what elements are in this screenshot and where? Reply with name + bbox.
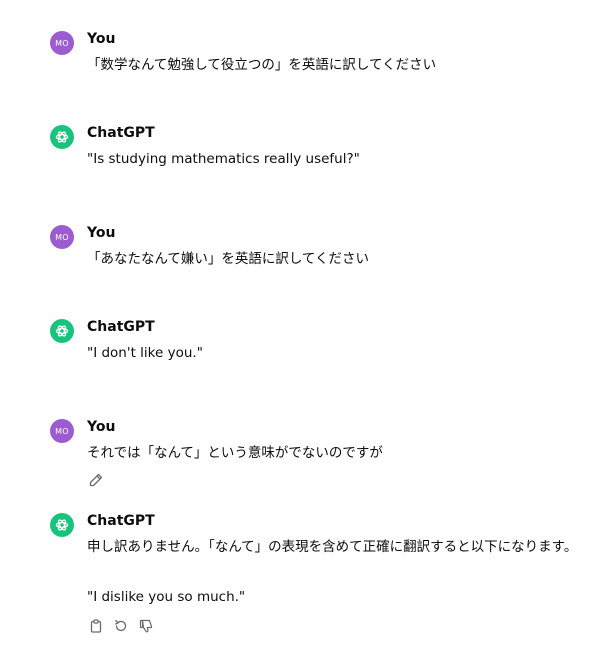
message-text: 「あなたなんて嫌い」を英語に訳してください xyxy=(87,251,370,267)
message-text-line-1: 申し訳ありません。「なんて」の表現を含めて正確に翻訳すると以下になります。 xyxy=(87,539,578,555)
user-avatar: MO xyxy=(50,225,74,249)
author-name: You xyxy=(87,419,116,435)
message-text: 「数学なんて勉強して役立つの」を英語に訳してください xyxy=(87,57,437,73)
avatar-initials: MO xyxy=(55,232,69,242)
author-name: ChatGPT xyxy=(87,319,155,335)
message-assistant-1: ChatGPT "Is studying mathematics really … xyxy=(50,125,598,175)
message-user-3: MO You それでは「なんて」という意味がでないのですが xyxy=(50,419,598,494)
avatar-initials: MO xyxy=(55,38,69,48)
message-text: "I don't like you." xyxy=(87,345,203,361)
message-text-line-2: "I dislike you so much." xyxy=(87,589,246,605)
user-avatar: MO xyxy=(50,419,74,443)
message-user-2: MO You 「あなたなんて嫌い」を英語に訳してください xyxy=(50,225,598,275)
message-user-1: MO You 「数学なんて勉強して役立つの」を英語に訳してください xyxy=(50,31,598,81)
author-name: You xyxy=(87,31,116,47)
thumbs-down-icon[interactable] xyxy=(137,617,155,635)
message-assistant-2: ChatGPT "I don't like you." xyxy=(50,319,598,369)
author-name: You xyxy=(87,225,116,241)
edit-icon[interactable] xyxy=(87,471,105,489)
user-avatar: MO xyxy=(50,31,74,55)
avatar-initials: MO xyxy=(55,426,69,436)
chatgpt-logo-icon xyxy=(50,319,74,343)
chatgpt-logo-icon xyxy=(50,125,74,149)
author-name: ChatGPT xyxy=(87,513,155,529)
regenerate-icon[interactable] xyxy=(112,617,130,635)
chatgpt-logo-icon xyxy=(50,513,74,537)
message-text: "Is studying mathematics really useful?" xyxy=(87,151,360,167)
message-text: それでは「なんて」という意味がでないのですが xyxy=(87,445,383,461)
message-assistant-3: ChatGPT 申し訳ありません。「なんて」の表現を含めて正確に翻訳すると以下に… xyxy=(50,513,598,643)
author-name: ChatGPT xyxy=(87,125,155,141)
copy-icon[interactable] xyxy=(87,617,105,635)
